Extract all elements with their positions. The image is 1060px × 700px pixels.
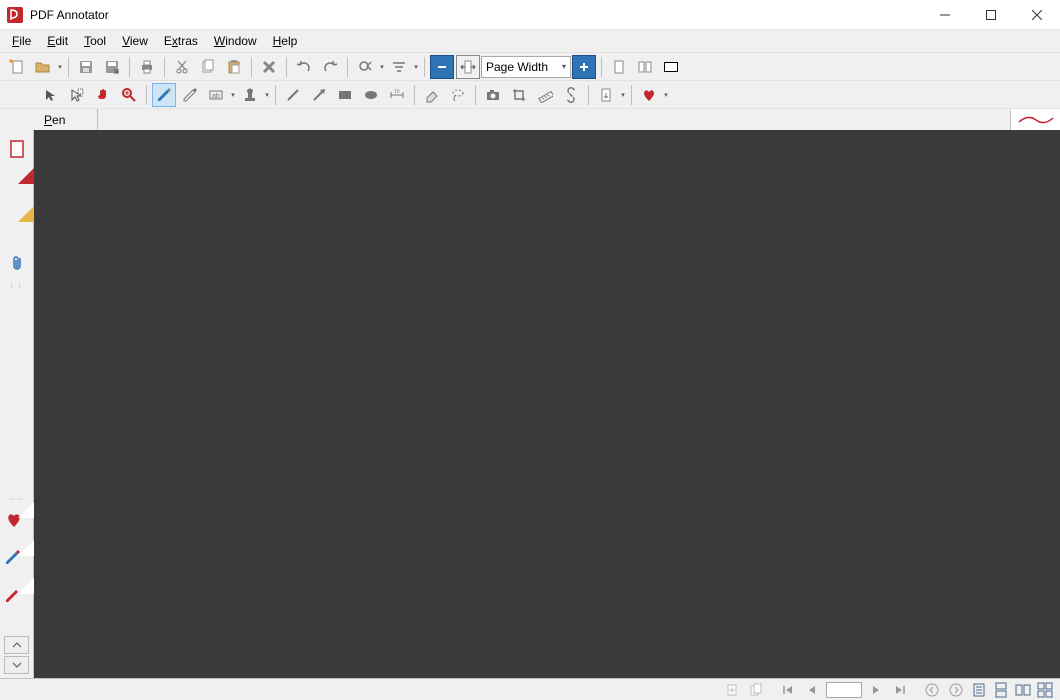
open-button[interactable] bbox=[31, 55, 55, 79]
fit-page-button[interactable] bbox=[456, 55, 480, 79]
app-icon bbox=[6, 6, 24, 24]
filter-dropdown[interactable] bbox=[412, 63, 420, 71]
redo-button[interactable] bbox=[318, 55, 342, 79]
menu-help[interactable]: Help bbox=[265, 32, 306, 50]
favorite-pen-red[interactable] bbox=[0, 578, 34, 616]
arrow-tool[interactable] bbox=[307, 83, 331, 107]
save-as-button[interactable] bbox=[100, 55, 124, 79]
layout-grid-button[interactable] bbox=[1035, 681, 1055, 699]
pen-tool[interactable] bbox=[152, 83, 176, 107]
layout-single-button[interactable] bbox=[969, 681, 989, 699]
stamp-dropdown[interactable] bbox=[263, 91, 271, 99]
rectangle-tool[interactable] bbox=[333, 83, 357, 107]
two-page-button[interactable] bbox=[633, 55, 657, 79]
prev-page-button[interactable] bbox=[801, 681, 823, 699]
menu-window[interactable]: Window bbox=[206, 32, 265, 50]
snapshot-tool[interactable] bbox=[481, 83, 505, 107]
print-button[interactable] bbox=[135, 55, 159, 79]
zoom-value: Page Width bbox=[486, 60, 548, 74]
open-dropdown[interactable] bbox=[56, 63, 64, 71]
favorite-pen-blue[interactable] bbox=[0, 540, 34, 578]
delete-button[interactable] bbox=[257, 55, 281, 79]
window-title: PDF Annotator bbox=[30, 8, 109, 22]
layout-two-button[interactable] bbox=[1013, 681, 1033, 699]
toolbar-tools: ab 10 bbox=[0, 80, 1060, 108]
favorite-heart[interactable] bbox=[0, 502, 34, 540]
maximize-button[interactable] bbox=[968, 0, 1014, 30]
zoom-tool[interactable] bbox=[117, 83, 141, 107]
single-page-button[interactable] bbox=[607, 55, 631, 79]
eraser-tool[interactable] bbox=[420, 83, 444, 107]
fullscreen-button[interactable] bbox=[659, 55, 683, 79]
zoom-combo[interactable]: Page Width ▾ bbox=[481, 56, 571, 78]
last-page-button[interactable] bbox=[889, 681, 911, 699]
find-button[interactable] bbox=[353, 55, 377, 79]
menu-file[interactable]: File bbox=[4, 32, 39, 50]
next-page-button[interactable] bbox=[865, 681, 887, 699]
sidebar-left: ⋮⋮ ⋯⋯ bbox=[0, 130, 34, 678]
crop-tool[interactable] bbox=[507, 83, 531, 107]
paste-button[interactable] bbox=[222, 55, 246, 79]
marker-tool[interactable] bbox=[178, 83, 202, 107]
first-page-button[interactable] bbox=[777, 681, 799, 699]
undo-button[interactable] bbox=[292, 55, 316, 79]
lasso-tool[interactable] bbox=[446, 83, 470, 107]
text-dropdown[interactable] bbox=[229, 91, 237, 99]
stroke-preview bbox=[1010, 109, 1060, 131]
page-dup-button[interactable] bbox=[745, 681, 767, 699]
pan-tool[interactable] bbox=[91, 83, 115, 107]
cut-button[interactable] bbox=[170, 55, 194, 79]
text-tool[interactable]: ab bbox=[204, 83, 228, 107]
link-tool[interactable] bbox=[559, 83, 583, 107]
extract-dropdown[interactable] bbox=[619, 91, 627, 99]
menu-extras[interactable]: Extras bbox=[156, 32, 206, 50]
title-bar: PDF Annotator bbox=[0, 0, 1060, 30]
measure-tool[interactable] bbox=[533, 83, 557, 107]
sidebar-attachment-icon[interactable] bbox=[0, 244, 33, 282]
zoom-out-button[interactable] bbox=[430, 55, 454, 79]
sidebar-scroll-down[interactable] bbox=[4, 656, 29, 674]
favorites-button[interactable] bbox=[637, 83, 661, 107]
dimension-tool[interactable]: 10 bbox=[385, 83, 409, 107]
current-tool-label: Pen bbox=[0, 113, 97, 127]
main-area: ⋮⋮ ⋯⋯ bbox=[0, 130, 1060, 678]
page-add-button[interactable] bbox=[721, 681, 743, 699]
menu-edit[interactable]: Edit bbox=[39, 32, 76, 50]
sidebar-bookmark-yellow[interactable] bbox=[0, 206, 34, 244]
filter-button[interactable] bbox=[387, 55, 411, 79]
save-button[interactable] bbox=[74, 55, 98, 79]
pointer-tool[interactable] bbox=[39, 83, 63, 107]
close-button[interactable] bbox=[1014, 0, 1060, 30]
sidebar-page-icon[interactable] bbox=[0, 130, 33, 168]
layout-cont-button[interactable] bbox=[991, 681, 1011, 699]
extract-button[interactable] bbox=[594, 83, 618, 107]
sidebar-scroll-up[interactable] bbox=[4, 636, 29, 654]
svg-text:10: 10 bbox=[394, 89, 400, 95]
find-dropdown[interactable] bbox=[378, 63, 386, 71]
stamp-tool[interactable] bbox=[238, 83, 262, 107]
minimize-button[interactable] bbox=[922, 0, 968, 30]
toolbar-main: Page Width ▾ bbox=[0, 52, 1060, 80]
menu-view[interactable]: View bbox=[114, 32, 156, 50]
page-number-input[interactable] bbox=[826, 682, 862, 698]
tool-info-row: Pen bbox=[0, 108, 1060, 130]
copy-button[interactable] bbox=[196, 55, 220, 79]
menu-tool[interactable]: Tool bbox=[76, 32, 114, 50]
nav-back-button[interactable] bbox=[921, 681, 943, 699]
line-tool[interactable] bbox=[281, 83, 305, 107]
select-tool[interactable] bbox=[65, 83, 89, 107]
menu-bar: File Edit Tool View Extras Window Help bbox=[0, 30, 1060, 52]
svg-text:ab: ab bbox=[212, 93, 220, 100]
sidebar-bookmark-red[interactable] bbox=[0, 168, 34, 206]
nav-forward-button[interactable] bbox=[945, 681, 967, 699]
status-bar bbox=[0, 678, 1060, 700]
favorites-dropdown[interactable] bbox=[662, 91, 670, 99]
document-canvas[interactable] bbox=[34, 130, 1060, 678]
ellipse-tool[interactable] bbox=[359, 83, 383, 107]
new-button[interactable] bbox=[5, 55, 29, 79]
zoom-in-button[interactable] bbox=[572, 55, 596, 79]
